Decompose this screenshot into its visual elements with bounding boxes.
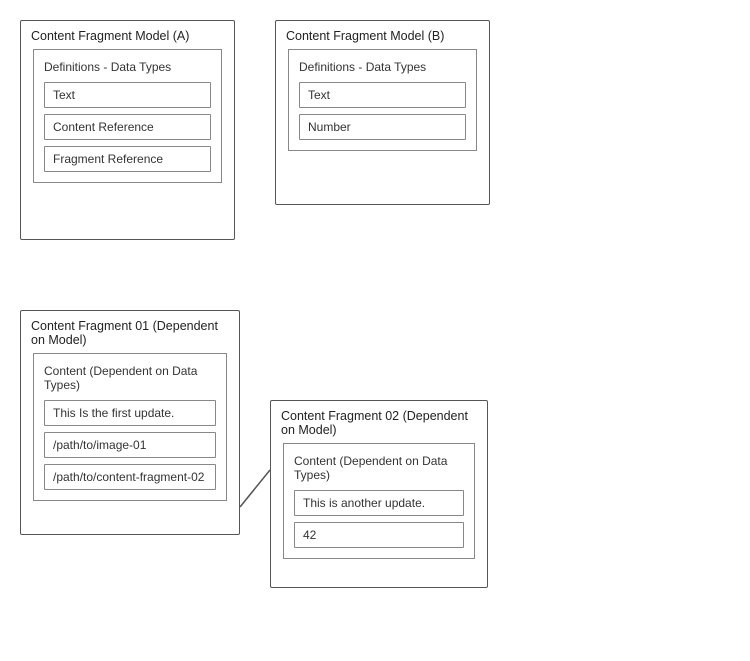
fragment-01-field-ref: /path/to/content-fragment-02 [44, 464, 216, 490]
fragment-02-field-number: 42 [294, 522, 464, 548]
fragment-02-inner-title: Content (Dependent on Data Types) [294, 454, 464, 482]
fragment-02-inner: Content (Dependent on Data Types) This i… [283, 443, 475, 559]
model-b-card: Content Fragment Model (B) Definitions -… [275, 20, 490, 205]
diagram-container: Content Fragment Model (A) Definitions -… [0, 0, 750, 661]
model-a-card: Content Fragment Model (A) Definitions -… [20, 20, 235, 240]
fragment-02-field-text: This is another update. [294, 490, 464, 516]
model-b-inner-title: Definitions - Data Types [299, 60, 466, 74]
fragment-01-field-image: /path/to/image-01 [44, 432, 216, 458]
fragment-01-card: Content Fragment 01 (Dependent on Model)… [20, 310, 240, 535]
model-a-inner-title: Definitions - Data Types [44, 60, 211, 74]
model-a-field-fragment-ref: Fragment Reference [44, 146, 211, 172]
fragment-01-inner-title: Content (Dependent on Data Types) [44, 364, 216, 392]
fragment-01-field-text: This Is the first update. [44, 400, 216, 426]
model-b-title: Content Fragment Model (B) [276, 21, 489, 49]
fragment-01-title: Content Fragment 01 (Dependent on Model) [21, 311, 239, 353]
model-b-inner: Definitions - Data Types Text Number [288, 49, 477, 151]
model-a-title: Content Fragment Model (A) [21, 21, 234, 49]
model-a-inner: Definitions - Data Types Text Content Re… [33, 49, 222, 183]
fragment-02-title: Content Fragment 02 (Dependent on Model) [271, 401, 487, 443]
model-b-field-number: Number [299, 114, 466, 140]
model-a-field-text: Text [44, 82, 211, 108]
fragment-01-inner: Content (Dependent on Data Types) This I… [33, 353, 227, 501]
model-b-field-text: Text [299, 82, 466, 108]
fragment-02-card: Content Fragment 02 (Dependent on Model)… [270, 400, 488, 588]
model-a-field-content-ref: Content Reference [44, 114, 211, 140]
